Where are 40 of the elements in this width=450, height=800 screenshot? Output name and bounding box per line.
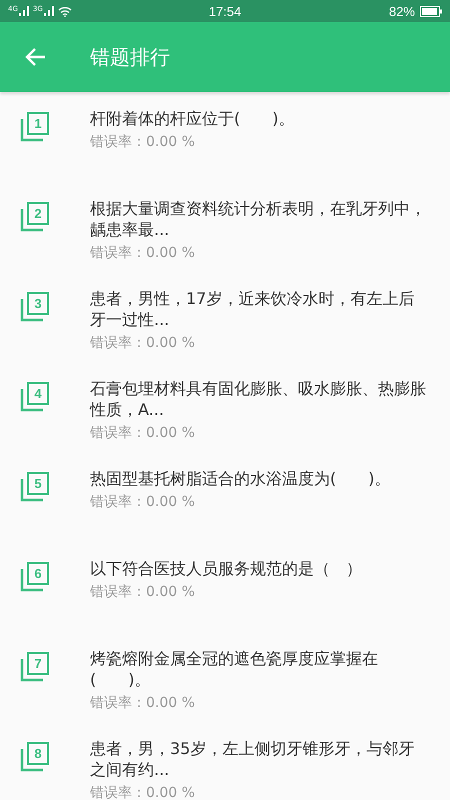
question-text: 烤瓷熔附金属全冠的遮色瓷厚度应掌握在( )。 xyxy=(90,648,379,690)
number-badge: 8 xyxy=(27,742,49,765)
number-badge: 3 xyxy=(27,292,49,315)
number-badge: 6 xyxy=(27,562,49,585)
question-item[interactable]: 5 热固型基托树脂适合的水浴温度为( )。 错误率：0.00 % xyxy=(0,468,450,558)
question-text: 杆附着体的杆应位于( )。 xyxy=(90,108,296,129)
error-rate: 错误率：0.00 % xyxy=(90,244,196,263)
error-rate: 错误率：0.00 % xyxy=(90,424,196,443)
battery-percent: 82% xyxy=(388,4,415,18)
question-item[interactable]: 2 根据大量调查资料统计分析表明，在乳牙列中，龋患率最... 错误率：0.00 % xyxy=(0,198,450,288)
back-arrow-icon[interactable] xyxy=(24,47,46,67)
signal-icon xyxy=(18,6,29,16)
number-badge: 2 xyxy=(27,202,49,225)
question-item[interactable]: 1 杆附着体的杆应位于( )。 错误率：0.00 % xyxy=(0,108,450,198)
question-item[interactable]: 8 患者，男，35岁，左上侧切牙锥形牙，与邻牙之间有约... 错误率：0.00 % xyxy=(0,738,450,800)
number-badge: 7 xyxy=(27,652,49,675)
battery-icon xyxy=(420,6,442,16)
question-text: 石膏包埋材料具有固化膨胀、吸水膨胀、热膨胀性质，A... xyxy=(90,378,426,420)
wifi-icon xyxy=(58,6,72,16)
question-item[interactable]: 7 烤瓷熔附金属全冠的遮色瓷厚度应掌握在( )。 错误率：0.00 % xyxy=(0,648,450,738)
screen-title: 错题排行 xyxy=(90,44,170,70)
question-text: 热固型基托树脂适合的水浴温度为( )。 xyxy=(90,468,392,489)
signal-icon xyxy=(44,6,54,16)
number-badge: 5 xyxy=(27,472,49,495)
question-text: 以下符合医技人员服务规范的是（ ） xyxy=(90,558,363,579)
question-item[interactable]: 4 石膏包埋材料具有固化膨胀、吸水膨胀、热膨胀性质，A... 错误率：0.00 % xyxy=(0,378,450,468)
error-rate: 错误率：0.00 % xyxy=(90,493,196,512)
error-rate: 错误率：0.00 % xyxy=(90,694,196,713)
error-rate: 错误率：0.00 % xyxy=(90,583,196,602)
question-text: 根据大量调查资料统计分析表明，在乳牙列中，龋患率最... xyxy=(90,198,426,240)
error-rate: 错误率：0.00 % xyxy=(90,133,196,152)
number-badge: 1 xyxy=(27,112,49,135)
question-item[interactable]: 6 以下符合医技人员服务规范的是（ ） 错误率：0.00 % xyxy=(0,558,450,648)
error-rate: 错误率：0.00 % xyxy=(90,784,196,800)
number-badge: 4 xyxy=(27,382,49,405)
question-text: 患者，男，35岁，左上侧切牙锥形牙，与邻牙之间有约... xyxy=(90,738,416,780)
question-item[interactable]: 3 患者，男性，17岁，近来饮冷水时，有左上后牙一过性... 错误率：0.00 % xyxy=(0,288,450,378)
question-text: 患者，男性，17岁，近来饮冷水时，有左上后牙一过性... xyxy=(90,288,416,330)
error-rate: 错误率：0.00 % xyxy=(90,334,196,353)
clock: 17:54 xyxy=(208,4,242,18)
